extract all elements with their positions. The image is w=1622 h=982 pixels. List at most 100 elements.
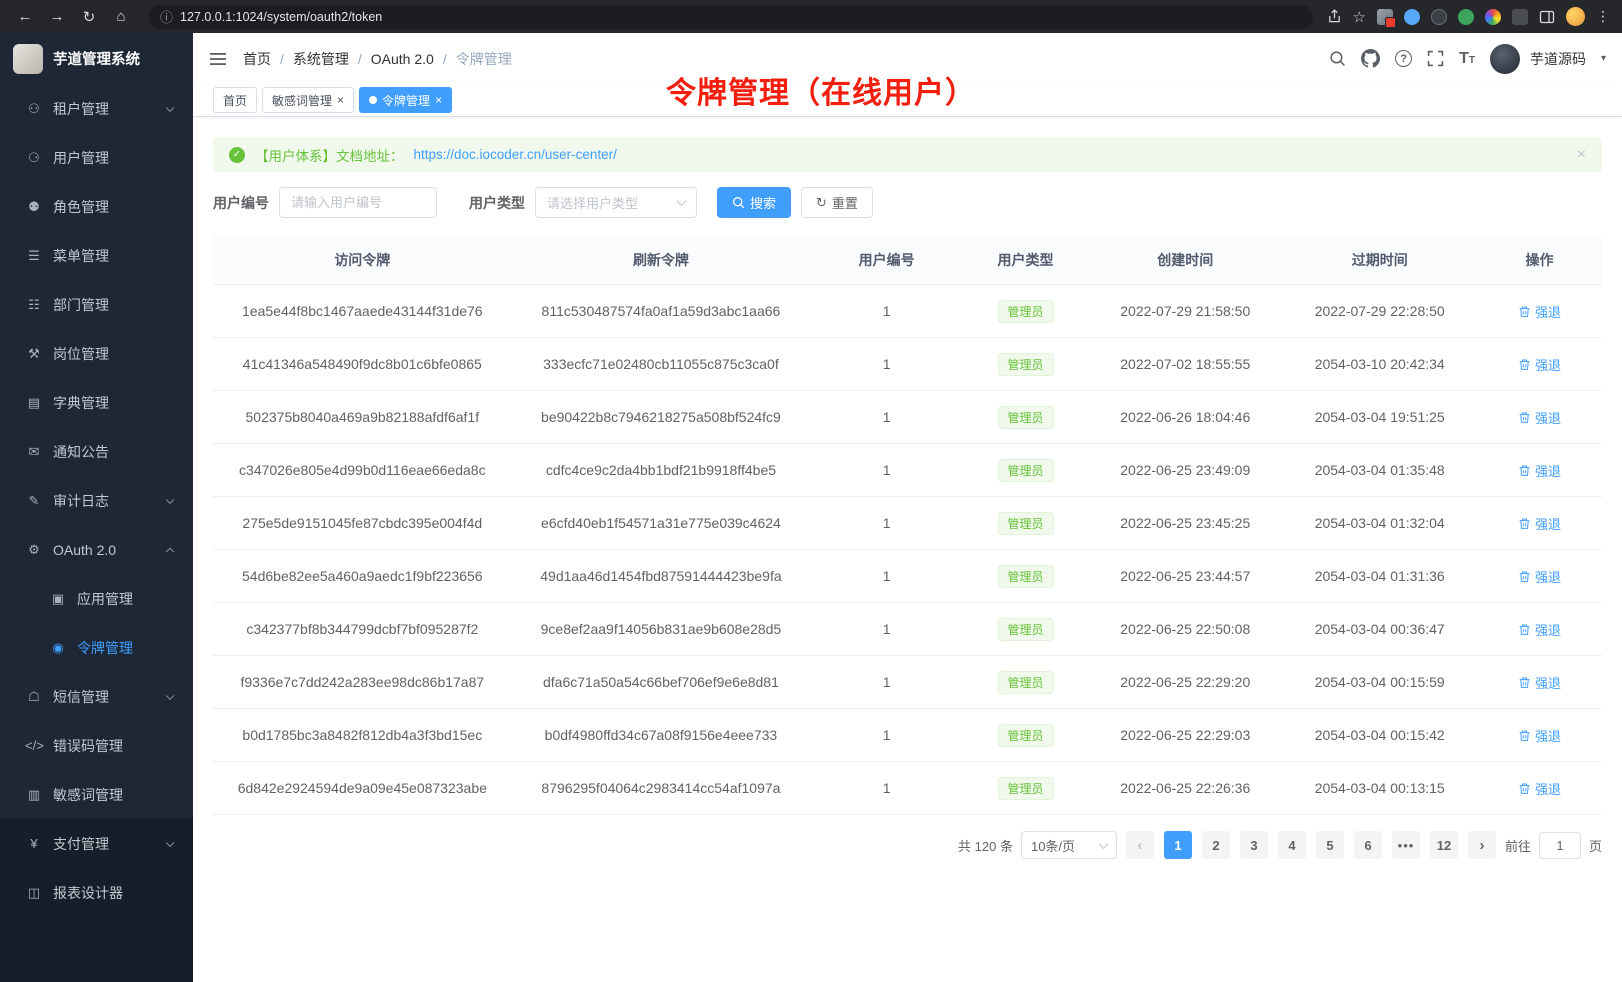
- create-time-cell: 2022-06-25 22:26:36: [1088, 762, 1282, 815]
- page-number-button[interactable]: 4: [1278, 831, 1306, 859]
- sidebar-item[interactable]: ☖ 短信管理: [0, 672, 193, 721]
- fullscreen-icon[interactable]: [1427, 50, 1444, 67]
- home-button[interactable]: ⌂: [108, 5, 134, 29]
- sidebar-item[interactable]: ▣ 应用管理: [0, 574, 193, 623]
- table-row: c347026e805e4d99b0d116eae66eda8c cdfc4ce…: [213, 444, 1602, 497]
- sidebar-item[interactable]: ☷ 部门管理: [0, 280, 193, 329]
- user-type-badge: 管理员: [998, 671, 1054, 694]
- sidebar-item[interactable]: ¥ 支付管理: [0, 819, 193, 868]
- breadcrumb-item[interactable]: 令牌管理: [434, 49, 512, 69]
- force-logout-button[interactable]: 强退: [1518, 302, 1561, 321]
- user-type-badge: 管理员: [998, 565, 1054, 588]
- breadcrumb-item[interactable]: 首页: [243, 49, 271, 69]
- access-token-cell: 502375b8040a469a9b82188afdf6af1f: [213, 391, 512, 444]
- back-button[interactable]: ←: [12, 5, 38, 29]
- extension-green-icon[interactable]: [1458, 9, 1474, 25]
- forward-button[interactable]: →: [44, 5, 70, 29]
- goto-page-input[interactable]: [1539, 832, 1581, 859]
- search-button[interactable]: 搜索: [717, 187, 791, 218]
- user-type-select[interactable]: 请选择用户类型: [535, 187, 697, 218]
- user-name[interactable]: 芋道源码: [1530, 49, 1586, 69]
- sidebar-item[interactable]: ✎ 审计日志: [0, 476, 193, 525]
- side-panel-icon[interactable]: [1539, 9, 1555, 25]
- extensions-puzzle-icon[interactable]: [1512, 9, 1528, 25]
- page-number-button[interactable]: 2: [1202, 831, 1230, 859]
- search-icon[interactable]: [1329, 50, 1346, 67]
- tab-close-icon[interactable]: ×: [337, 94, 344, 106]
- sidebar-item[interactable]: ☰ 菜单管理: [0, 231, 193, 280]
- reset-button[interactable]: ↻ 重置: [801, 187, 873, 218]
- create-time-cell: 2022-06-25 22:50:08: [1088, 603, 1282, 656]
- force-logout-button[interactable]: 强退: [1518, 355, 1561, 374]
- page-number-button[interactable]: 12: [1430, 831, 1458, 859]
- page-number-button[interactable]: 1: [1164, 831, 1192, 859]
- sidebar-item[interactable]: </> 错误码管理: [0, 721, 193, 770]
- help-icon[interactable]: ?: [1395, 50, 1412, 67]
- next-page-button[interactable]: ›: [1468, 831, 1496, 859]
- sidebar-item[interactable]: ⚙ OAuth 2.0: [0, 525, 193, 574]
- sidebar-item[interactable]: ▤ 字典管理: [0, 378, 193, 427]
- force-logout-button[interactable]: 强退: [1518, 567, 1561, 586]
- extension-rainbow-icon[interactable]: [1485, 9, 1501, 25]
- sidebar-item[interactable]: ⚇ 租户管理: [0, 84, 193, 133]
- create-time-cell: 2022-06-25 23:44:57: [1088, 550, 1282, 603]
- user-type-cell: 管理员: [963, 285, 1088, 338]
- page-number-button[interactable]: 5: [1316, 831, 1344, 859]
- main-area: 首页 系统管理 OAuth 2.0 令牌管理 ?: [193, 33, 1622, 982]
- sidebar-item[interactable]: ◉ 令牌管理: [0, 623, 193, 672]
- access-token-cell: 1ea5e44f8bc1467aaede43144f31de76: [213, 285, 512, 338]
- force-logout-button[interactable]: 强退: [1518, 514, 1561, 533]
- sidebar-item[interactable]: ⚉ 角色管理: [0, 182, 193, 231]
- page-tab[interactable]: 敏感词管理 ×: [262, 87, 354, 113]
- share-icon[interactable]: [1327, 9, 1342, 24]
- menu-item-label: OAuth 2.0: [53, 542, 116, 558]
- address-bar[interactable]: ⓘ 127.0.0.1:1024/system/oauth2/token: [148, 5, 1313, 29]
- reload-button[interactable]: ↻: [76, 5, 102, 29]
- force-logout-button[interactable]: 强退: [1518, 673, 1561, 692]
- force-logout-button[interactable]: 强退: [1518, 408, 1561, 427]
- breadcrumb-item[interactable]: OAuth 2.0: [349, 51, 434, 67]
- doc-link[interactable]: https://doc.iocoder.cn/user-center/: [414, 147, 617, 162]
- app-logo-row[interactable]: 芋道管理系统: [0, 33, 193, 84]
- user-avatar[interactable]: [1490, 44, 1520, 74]
- force-logout-button[interactable]: 强退: [1518, 461, 1561, 480]
- sidebar-item[interactable]: ◫ 报表设计器: [0, 868, 193, 917]
- user-menu-caret-icon[interactable]: ▾: [1601, 53, 1606, 64]
- menu-item-icon: ◉: [49, 640, 67, 656]
- action-cell: 强退: [1477, 391, 1602, 444]
- force-logout-button[interactable]: 强退: [1518, 726, 1561, 745]
- page-tab[interactable]: 首页: [213, 87, 257, 113]
- page-number-button[interactable]: 6: [1354, 831, 1382, 859]
- tab-close-icon[interactable]: ×: [435, 94, 442, 106]
- browser-profile-avatar[interactable]: [1566, 7, 1585, 26]
- font-size-icon[interactable]: TT: [1459, 51, 1475, 67]
- menu-item-label: 审计日志: [53, 491, 109, 511]
- page-number-button[interactable]: •••: [1392, 831, 1420, 859]
- extension-dark-icon[interactable]: [1431, 9, 1447, 25]
- user-id-input[interactable]: [279, 187, 437, 218]
- breadcrumb-item[interactable]: 系统管理: [271, 49, 349, 69]
- extension-badge-icon[interactable]: [1377, 9, 1393, 25]
- prev-page-button[interactable]: ‹: [1126, 831, 1154, 859]
- sidebar-collapse-icon[interactable]: [209, 50, 227, 68]
- user-type-badge: 管理员: [998, 300, 1054, 323]
- extension-blue-icon[interactable]: [1404, 9, 1420, 25]
- force-logout-button[interactable]: 强退: [1518, 620, 1561, 639]
- sidebar-item[interactable]: ✉ 通知公告: [0, 427, 193, 476]
- page-size-select[interactable]: 10条/页: [1021, 831, 1117, 859]
- force-logout-button[interactable]: 强退: [1518, 779, 1561, 798]
- github-icon[interactable]: [1361, 49, 1380, 68]
- sidebar-item[interactable]: ⚆ 用户管理: [0, 133, 193, 182]
- refresh-token-cell: e6cfd40eb1f54571a31e775e039c4624: [512, 497, 811, 550]
- sidebar-item[interactable]: ⚒ 岗位管理: [0, 329, 193, 378]
- access-token-cell: 6d842e2924594de9a09e45e087323abe: [213, 762, 512, 815]
- page-tab[interactable]: 令牌管理 ×: [359, 87, 452, 113]
- alert-close-icon[interactable]: ×: [1577, 146, 1586, 164]
- page-number-button[interactable]: 3: [1240, 831, 1268, 859]
- expire-time-cell: 2054-03-04 01:31:36: [1282, 550, 1476, 603]
- bookmark-star-icon[interactable]: ☆: [1353, 8, 1366, 26]
- site-info-icon[interactable]: ⓘ: [160, 7, 173, 26]
- browser-menu-icon[interactable]: ⋮: [1596, 8, 1610, 25]
- table-row: 6d842e2924594de9a09e45e087323abe 8796295…: [213, 762, 1602, 815]
- sidebar-item[interactable]: ▥ 敏感词管理: [0, 770, 193, 819]
